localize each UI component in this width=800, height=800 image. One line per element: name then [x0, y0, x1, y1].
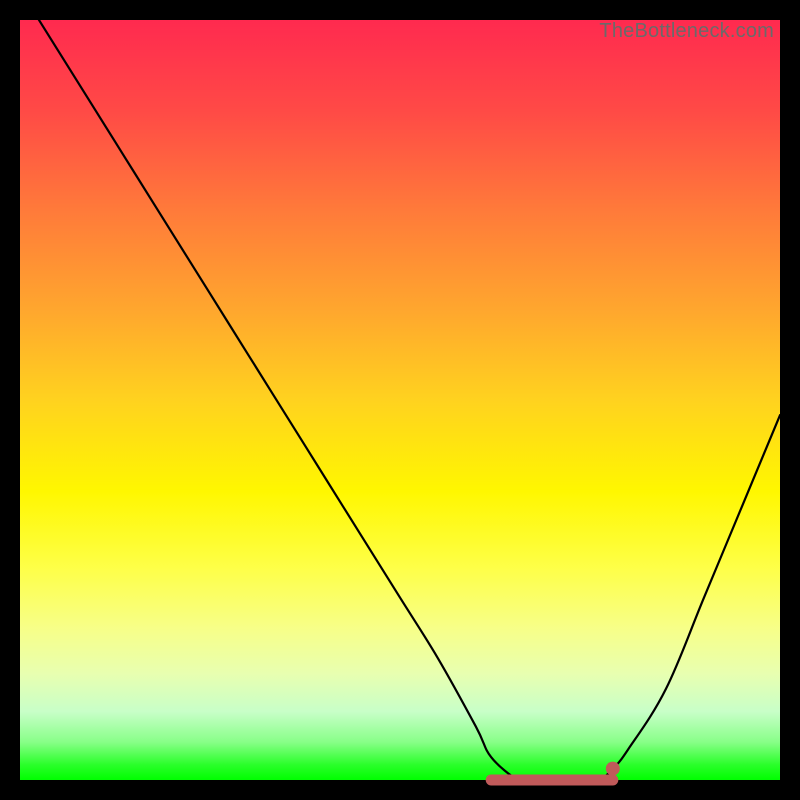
chart-stage: TheBottleneck.com	[0, 0, 800, 800]
bottleneck-curve	[20, 20, 780, 780]
curve-path	[20, 0, 780, 782]
plot-area: TheBottleneck.com	[20, 20, 780, 780]
end-dot	[606, 762, 620, 776]
